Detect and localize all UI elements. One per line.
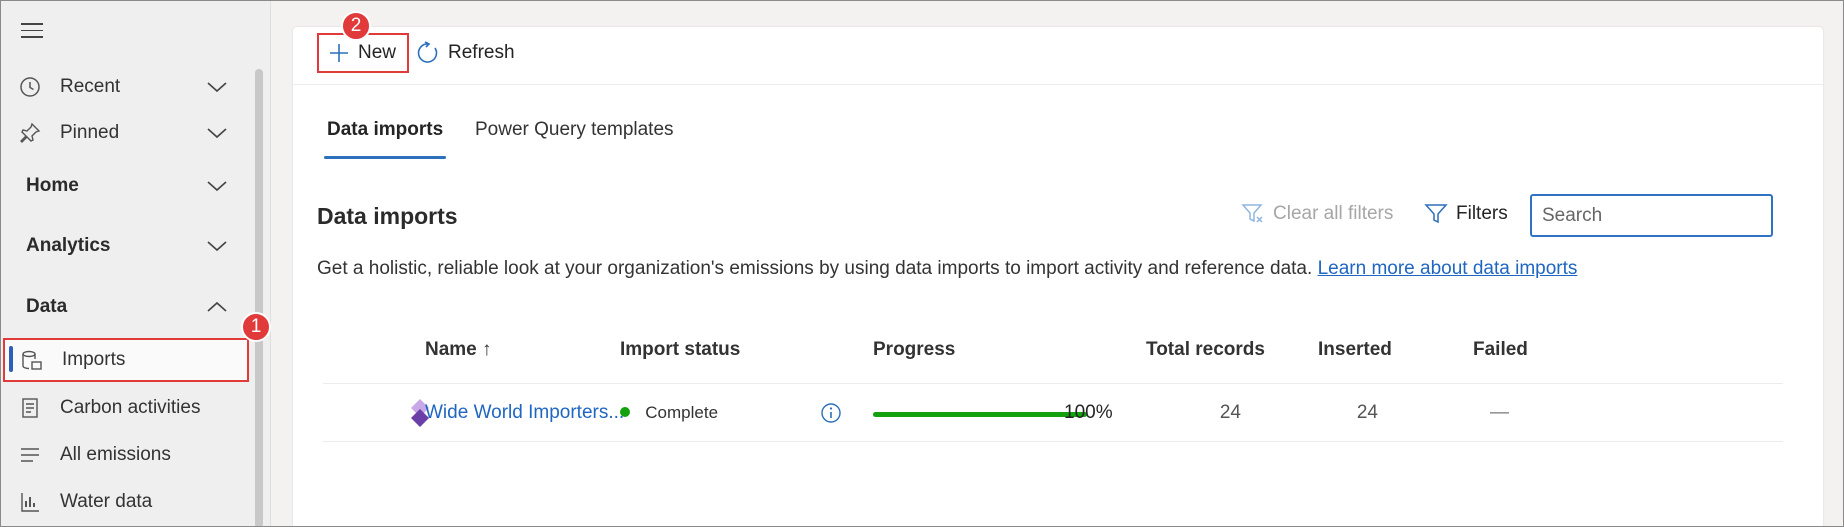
new-button-label: New [358, 42, 397, 63]
chevron-up-icon[interactable] [205, 299, 229, 315]
list-icon [21, 448, 39, 462]
import-status: Complete [620, 402, 718, 424]
sidebar-item-label: Recent [60, 76, 121, 97]
column-header-failed[interactable]: Failed [1473, 339, 1528, 361]
sidebar-item-recent[interactable]: Recent [1, 67, 251, 107]
filter-clear-icon [1241, 204, 1263, 223]
document-icon [22, 398, 38, 418]
description-text: Get a holistic, reliable look at your or… [317, 258, 1577, 280]
sidebar-item-label: Imports [62, 349, 126, 370]
filter-icon [1424, 204, 1448, 224]
sidebar-item-carbon-activities[interactable]: Carbon activities [1, 388, 251, 428]
database-icon [22, 350, 42, 370]
sidebar-scrollbar[interactable] [255, 69, 263, 526]
table-row[interactable]: Wide World Importers... Complete 100% 24 [323, 383, 1783, 442]
sidebar-group-data[interactable]: Data [1, 287, 251, 327]
sidebar-group-label: Analytics [26, 235, 111, 256]
progress-bar-fill [873, 412, 1087, 417]
progress-percent: 100% [1064, 402, 1113, 423]
learn-more-link[interactable]: Learn more about data imports [1318, 258, 1578, 279]
chevron-down-icon[interactable] [205, 238, 229, 254]
tab-data-imports[interactable]: Data imports [323, 119, 447, 159]
sidebar-group-label: Data [26, 296, 68, 317]
column-header-total-records[interactable]: Total records [1146, 339, 1265, 361]
status-dot [620, 406, 630, 417]
chevron-down-icon[interactable] [205, 125, 229, 141]
sidebar-item-water-data[interactable]: Water data [1, 482, 251, 522]
search-input[interactable] [1530, 194, 1773, 237]
annotation-badge-1: 1 [241, 312, 271, 342]
sidebar-item-label: Pinned [60, 122, 120, 143]
chart-icon [21, 493, 39, 512]
annotation-badge-2: 2 [341, 11, 371, 41]
total-records-value: 24 [1219, 402, 1241, 423]
chevron-down-icon[interactable] [205, 178, 229, 194]
sidebar-item-label: All emissions [60, 444, 171, 465]
command-bar: New Refresh [293, 27, 1823, 85]
sidebar-item-imports[interactable]: Imports [3, 338, 249, 382]
main-panel: New Refresh Data imports Power Query tem… [293, 27, 1823, 526]
import-name-link[interactable]: Wide World Importers... [425, 402, 624, 424]
pin-icon [20, 122, 41, 143]
sidebar-item-all-emissions[interactable]: All emissions [1, 435, 251, 475]
failed-value: — [1490, 402, 1509, 423]
progress-bar [873, 412, 1087, 417]
clock-icon [20, 77, 40, 97]
refresh-icon [417, 41, 438, 63]
sidebar-item-label: Water data [60, 491, 153, 512]
sidebar: Recent Pinned Home Analytics Data Import… [1, 1, 271, 526]
status-text: Complete [645, 403, 719, 422]
plus-icon [330, 44, 348, 62]
refresh-button[interactable]: Refresh [416, 33, 515, 73]
info-icon[interactable] [820, 402, 842, 424]
progress-cell [873, 402, 1093, 426]
clear-all-filters-button[interactable]: Clear all filters [1241, 202, 1393, 226]
filters-button[interactable]: Filters [1424, 202, 1508, 226]
sidebar-group-analytics[interactable]: Analytics [1, 226, 251, 266]
column-header-progress[interactable]: Progress [873, 339, 955, 361]
column-header-inserted[interactable]: Inserted [1318, 339, 1392, 361]
filters-label: Filters [1456, 203, 1508, 224]
description-body: Get a holistic, reliable look at your or… [317, 258, 1313, 279]
refresh-button-label: Refresh [448, 42, 515, 63]
hamburger-menu-icon[interactable] [21, 23, 43, 41]
app-frame: Recent Pinned Home Analytics Data Import… [0, 0, 1844, 527]
clear-all-filters-label: Clear all filters [1273, 203, 1394, 224]
column-header-import-status[interactable]: Import status [620, 339, 740, 361]
sidebar-group-label: Home [26, 175, 79, 196]
column-header-name[interactable]: Name ↑ [425, 339, 492, 361]
page-title: Data imports [317, 203, 458, 229]
tab-power-query-templates[interactable]: Power Query templates [475, 119, 674, 141]
sidebar-group-home[interactable]: Home [1, 166, 251, 206]
chevron-down-icon[interactable] [205, 79, 229, 95]
sidebar-item-pinned[interactable]: Pinned [1, 113, 251, 153]
inserted-value: 24 [1356, 402, 1378, 423]
sidebar-item-label: Carbon activities [60, 397, 201, 418]
